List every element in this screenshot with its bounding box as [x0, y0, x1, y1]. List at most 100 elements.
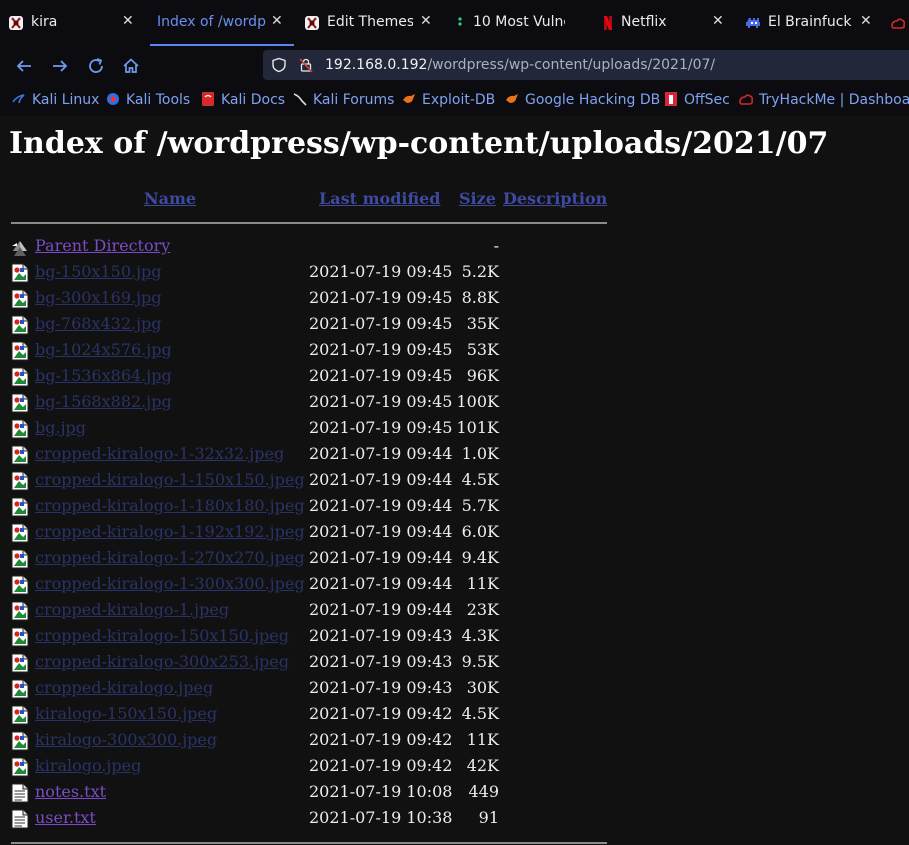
tab-el-brainfuck[interactable]: El Brainfuck ✕ — [738, 0, 884, 46]
file-row: kiralogo.jpeg 2021-07-19 09:42 42K — [0, 755, 620, 781]
file-size: 11K — [466, 730, 499, 749]
column-header-last-modified[interactable]: Last modified — [319, 189, 440, 208]
file-link[interactable]: kiralogo.jpeg — [35, 756, 141, 775]
bookmark-kali-linux[interactable]: Kali Linux — [12, 92, 99, 110]
close-icon[interactable]: ✕ — [420, 13, 432, 29]
bookmark-label: Kali Forums — [313, 92, 395, 108]
file-row: notes.txt 2021-07-19 10:08 449 — [0, 781, 620, 807]
image-file-icon — [11, 627, 29, 647]
tab-edit-themes[interactable]: Edit Themes ‹ ✕ — [296, 0, 444, 46]
close-icon[interactable]: ✕ — [860, 13, 872, 29]
file-size: 30K — [466, 678, 499, 697]
column-header-name[interactable]: Name — [144, 189, 196, 208]
tab-10-most-vulnerable[interactable]: 10 Most Vulne — [444, 0, 592, 46]
file-row: cropped-kiralogo-1-180x180.jpeg 2021-07-1… — [0, 495, 620, 521]
address-bar[interactable]: 192.168.0.192/wordpress/wp-content/uploa… — [263, 50, 909, 80]
file-link[interactable]: cropped-kiralogo-150x150.jpeg — [35, 626, 289, 645]
file-link[interactable]: bg-150x150.jpg — [35, 262, 162, 281]
parent-directory-link[interactable]: Parent Directory — [35, 236, 170, 255]
column-header-description[interactable]: Description — [503, 189, 607, 208]
file-row: user.txt 2021-07-19 10:38 91 — [0, 807, 620, 833]
back-arrow-icon[interactable] — [13, 55, 35, 77]
text-file-icon — [11, 783, 29, 803]
insecure-lock-icon[interactable] — [298, 57, 314, 73]
bookmark-kali-docs[interactable]: Kali Docs — [201, 92, 285, 110]
file-size: 23K — [466, 600, 499, 619]
file-size: 4.5K — [461, 704, 499, 723]
tab-strip: kira ✕ Index of /wordpress ✕ Edit Themes… — [0, 0, 909, 46]
file-link[interactable]: bg-1536x864.jpg — [35, 366, 172, 385]
file-link[interactable]: cropped-kiralogo-1-270x270.jpeg — [35, 548, 305, 567]
file-link[interactable]: cropped-kiralogo-1-150x150.jpeg — [35, 470, 305, 489]
page-title: Index of /wordpress/wp-content/uploads/2… — [9, 126, 829, 161]
image-file-icon — [11, 679, 29, 699]
file-link[interactable]: notes.txt — [35, 782, 106, 801]
tab-kira[interactable]: kira ✕ — [0, 0, 148, 46]
bookmark-label: OffSec — [684, 92, 730, 108]
image-file-icon — [11, 393, 29, 413]
image-file-icon — [11, 575, 29, 595]
url-text[interactable]: 192.168.0.192/wordpress/wp-content/uploa… — [325, 57, 715, 73]
bookmark-kali-tools[interactable]: Kali Tools — [106, 92, 190, 110]
file-link[interactable]: bg-768x432.jpg — [35, 314, 162, 333]
file-size: 96K — [466, 366, 499, 385]
forward-arrow-icon[interactable] — [49, 55, 71, 77]
file-modified: 2021-07-19 09:44 — [309, 522, 453, 541]
close-icon[interactable]: ✕ — [712, 13, 724, 29]
bookmark-kali-forums[interactable]: Kali Forums — [293, 92, 394, 110]
bookmark-label: Kali Tools — [126, 92, 191, 108]
page-content: Index of /wordpress/wp-content/uploads/2… — [0, 116, 909, 845]
column-header-size[interactable]: Size — [459, 189, 496, 208]
ghdb-icon — [506, 94, 518, 103]
file-link[interactable]: cropped-kiralogo-1-192x192.jpeg — [35, 522, 305, 541]
file-link[interactable]: bg-1568x882.jpg — [35, 392, 172, 411]
tab-index-of[interactable]: Index of /wordpress ✕ — [148, 0, 296, 46]
file-link[interactable]: cropped-kiralogo.jpeg — [35, 678, 213, 697]
bookmark-tryhackme[interactable]: TryHackMe | Dashboard — [739, 92, 909, 110]
file-link[interactable]: bg-300x169.jpg — [35, 288, 162, 307]
file-modified: 2021-07-19 09:45 — [309, 262, 453, 281]
file-modified: 2021-07-19 09:43 — [309, 626, 453, 645]
home-icon[interactable] — [120, 55, 142, 77]
image-file-icon — [11, 341, 29, 361]
file-size: 100K — [456, 392, 500, 411]
image-file-icon — [11, 653, 29, 673]
tab-netflix[interactable]: Netflix ✕ — [592, 0, 738, 46]
close-icon[interactable]: ✕ — [271, 13, 283, 29]
file-modified: 2021-07-19 09:42 — [309, 756, 453, 775]
tab-title: Edit Themes ‹ — [327, 14, 413, 30]
file-link[interactable]: cropped-kiralogo-1.jpeg — [35, 600, 229, 619]
image-file-icon — [11, 705, 29, 725]
file-link[interactable]: cropped-kiralogo-300x253.jpeg — [35, 652, 289, 671]
file-modified: 2021-07-19 09:45 — [309, 340, 453, 359]
tab-overflow[interactable] — [884, 0, 909, 46]
reload-icon[interactable] — [85, 55, 107, 77]
file-size: 1.0K — [461, 444, 499, 463]
file-link[interactable]: cropped-kiralogo-1-32x32.jpeg — [35, 444, 284, 463]
file-row: bg-1536x864.jpg 2021-07-19 09:45 96K — [0, 365, 620, 391]
file-link[interactable]: cropped-kiralogo-1-300x300.jpeg — [35, 574, 305, 593]
file-link[interactable]: cropped-kiralogo-1-180x180.jpeg — [35, 496, 305, 515]
file-modified: 2021-07-19 09:44 — [309, 574, 453, 593]
file-modified: 2021-07-19 09:43 — [309, 652, 453, 671]
bookmark-exploit-db[interactable]: Exploit-DB — [402, 92, 495, 110]
image-file-icon — [11, 549, 29, 569]
file-link[interactable]: bg-1024x576.jpg — [35, 340, 172, 359]
bookmark-offsec[interactable]: OffSec — [664, 92, 730, 110]
bookmark-google-hacking-db[interactable]: Google Hacking DB — [505, 92, 660, 110]
file-link[interactable]: bg.jpg — [35, 418, 86, 437]
tab-title: Index of /wordpress — [157, 14, 267, 30]
file-row: cropped-kiralogo-1-192x192.jpeg 2021-07-1… — [0, 521, 620, 547]
file-row: cropped-kiralogo-1-270x270.jpeg 2021-07-1… — [0, 547, 620, 573]
parent-directory-row: Parent Directory - — [0, 235, 620, 261]
file-modified: 2021-07-19 09:42 — [309, 704, 453, 723]
tab-title: Netflix — [621, 14, 667, 30]
file-link[interactable]: user.txt — [35, 808, 96, 827]
bookmark-label: Exploit-DB — [422, 92, 496, 108]
close-icon[interactable]: ✕ — [122, 13, 134, 29]
file-link[interactable]: kiralogo-300x300.jpeg — [35, 730, 217, 749]
shield-icon[interactable] — [271, 57, 287, 73]
file-row: bg.jpg 2021-07-19 09:45 101K — [0, 417, 620, 443]
file-link[interactable]: kiralogo-150x150.jpeg — [35, 704, 217, 723]
file-size: 449 — [468, 782, 499, 801]
